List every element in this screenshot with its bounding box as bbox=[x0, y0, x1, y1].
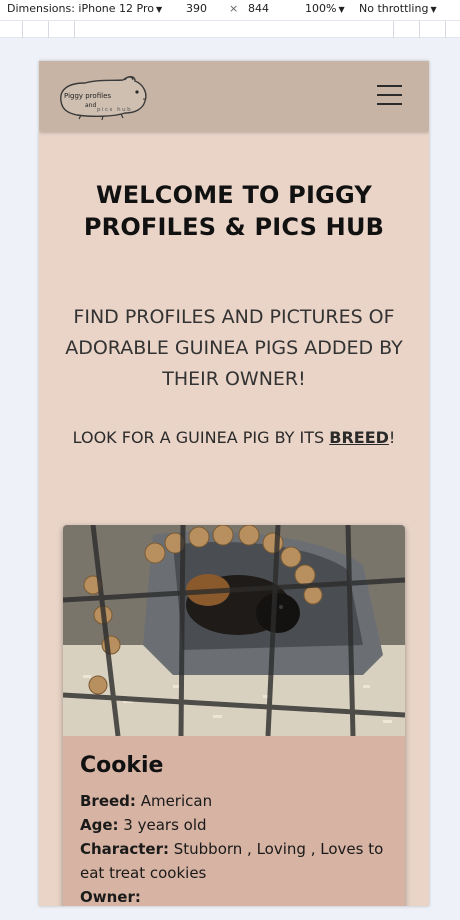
ruler-tick bbox=[393, 21, 394, 38]
media-query-bar[interactable] bbox=[0, 20, 460, 38]
navbar: Piggy profiles and pics hub bbox=[39, 61, 429, 131]
height-input[interactable]: 844 bbox=[248, 2, 269, 15]
caret-down-icon: ▼ bbox=[338, 5, 345, 14]
ruler-tick bbox=[419, 21, 420, 38]
guinea-pig-logo: Piggy profiles and pics hub bbox=[60, 76, 147, 121]
breed-prompt-text: LOOK FOR A GUINEA PIG BY ITS bbox=[72, 428, 330, 447]
age-row: Age: 3 years old bbox=[80, 813, 392, 837]
zoom-select[interactable]: 100% ▼ bbox=[305, 2, 345, 15]
breed-value: American bbox=[135, 792, 213, 810]
owner-row: Owner: bbox=[80, 885, 392, 906]
breed-row: Breed: American bbox=[80, 789, 392, 813]
pig-name: Cookie bbox=[80, 753, 164, 778]
breed-prompt-end: ! bbox=[388, 428, 396, 447]
ruler-tick bbox=[445, 21, 446, 38]
device-viewport: Piggy profiles and pics hub WELCOME TO P… bbox=[39, 61, 429, 906]
ruler-tick bbox=[22, 21, 23, 38]
caret-down-icon: ▼ bbox=[430, 5, 437, 14]
age-value: 3 years old bbox=[118, 816, 207, 834]
site-logo[interactable]: Piggy profiles and pics hub bbox=[55, 71, 149, 121]
page-title: WELCOME TO PIGGY PROFILES & PICS HUB bbox=[83, 181, 385, 241]
character-label: Character: bbox=[80, 840, 169, 858]
throttling-select[interactable]: No throttling ▼ bbox=[359, 2, 437, 15]
zoom-label: 100% bbox=[305, 2, 337, 15]
width-input[interactable]: 390 bbox=[186, 2, 207, 15]
svg-text:Piggy profiles: Piggy profiles bbox=[64, 92, 111, 100]
svg-text:and: and bbox=[85, 102, 96, 109]
breed-prompt: LOOK FOR A GUINEA PIG BY ITS BREED! bbox=[49, 427, 419, 449]
devtools-device-toolbar: Dimensions: iPhone 12 Pro ▼ 390 × 844 100… bbox=[0, 0, 460, 20]
age-label: Age: bbox=[80, 816, 119, 834]
device-select[interactable]: Dimensions: iPhone 12 Pro ▼ bbox=[7, 2, 162, 15]
profile-card[interactable]: Cookie Breed: American Age: 3 years old … bbox=[63, 525, 405, 906]
dimension-times: × bbox=[229, 2, 239, 15]
throttling-label: No throttling bbox=[359, 2, 429, 15]
ruler-tick bbox=[48, 21, 49, 38]
owner-label: Owner: bbox=[80, 888, 141, 906]
ruler-tick bbox=[74, 21, 75, 38]
breed-label: Breed: bbox=[80, 792, 136, 810]
device-label: Dimensions: iPhone 12 Pro bbox=[7, 2, 154, 15]
caret-down-icon: ▼ bbox=[155, 5, 163, 14]
hero-subtitle: FIND PROFILES AND PICTURES OF ADORABLE G… bbox=[65, 306, 403, 390]
guinea-pig-photo bbox=[63, 525, 405, 736]
breed-link[interactable]: BREED bbox=[329, 428, 389, 447]
character-row: Character: Stubborn , Loving , Loves to … bbox=[80, 837, 392, 885]
menu-icon[interactable] bbox=[377, 85, 402, 105]
svg-text:pics hub: pics hub bbox=[97, 107, 132, 113]
card-body: Cookie Breed: American Age: 3 years old … bbox=[80, 751, 392, 906]
